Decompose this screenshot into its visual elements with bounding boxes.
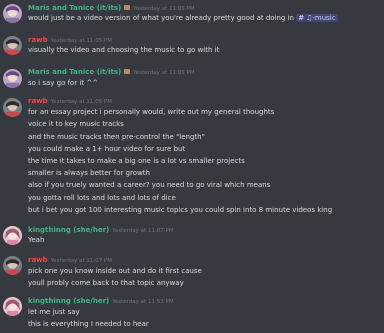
- avatar-rawb-icon: [3, 256, 22, 275]
- message-header: Maris and Tanice (it/its) Yesterday at 11…: [28, 68, 195, 78]
- author-name[interactable]: kingthinng (she/her): [28, 226, 109, 234]
- message-line: you gotta roll lots and lots and lots of…: [28, 194, 176, 202]
- message-header: rawb Yesterday at 11:05 PM: [28, 36, 112, 46]
- message-line: youll probly come back to that topic any…: [28, 279, 184, 287]
- message-line: for an essay project i personally would,…: [28, 108, 275, 116]
- message-line: and the music tracks then pre-control th…: [28, 133, 205, 141]
- message-line: voice it to key music tracks: [28, 120, 124, 128]
- message-header: kingthinng (she/her) Yesterday at 11:07 P…: [28, 226, 174, 236]
- message-line: the time it takes to make a big one is a…: [28, 157, 245, 165]
- avatar-maris-icon: [3, 4, 22, 23]
- avatar-kingthinng-icon: [3, 226, 22, 245]
- message-group: rawb Yesterday at 11:05 PM for an essay p…: [0, 96, 384, 216]
- author-name[interactable]: Maris and Tanice (it/its): [28, 4, 121, 12]
- avatar[interactable]: [3, 36, 22, 55]
- author-name[interactable]: Maris and Tanice (it/its): [28, 68, 121, 76]
- message-line: but i bet you got 100 interesting music …: [28, 206, 333, 214]
- avatar[interactable]: [3, 256, 22, 275]
- message-group: rawb Yesterday at 11:05 PM visually the v…: [0, 32, 384, 62]
- avatar[interactable]: [3, 69, 22, 88]
- message-header: kingthinng (she/her) Yesterday at 11:53 P…: [28, 297, 174, 307]
- author-name[interactable]: rawb: [28, 97, 48, 105]
- channel-mention[interactable]: # ♫-music: [296, 14, 338, 22]
- message-line: this is everything I needed to hear: [28, 320, 149, 328]
- message-line: let me just say: [28, 308, 80, 316]
- message-line: so i say go for it ^^: [28, 79, 99, 87]
- avatar-kingthinng-icon: [3, 297, 22, 316]
- timestamp: Yesterday at 11:53 PM: [112, 299, 174, 305]
- avatar[interactable]: [3, 297, 22, 316]
- timestamp: Yesterday at 11:05 PM: [50, 38, 113, 44]
- message-line: Yeah: [28, 236, 45, 244]
- note-icon: ♫: [306, 14, 313, 22]
- avatar-rawb-icon: [3, 98, 22, 117]
- hash-icon: #: [298, 14, 305, 22]
- avatar[interactable]: [3, 226, 22, 245]
- message-group: kingthinng (she/her) Yesterday at 11:53 P…: [0, 294, 384, 333]
- timestamp: Yesterday at 11:07 PM: [112, 228, 174, 234]
- message-group: Maris and Tanice (it/its) Yesterday at 11…: [0, 65, 384, 95]
- role-badge-icon: [124, 69, 131, 74]
- avatar[interactable]: [3, 98, 22, 117]
- message-group: Maris and Tanice (it/its) Yesterday at 11…: [0, 0, 384, 30]
- timestamp: Yesterday at 11:05 PM: [50, 99, 113, 105]
- message-line: would just be a video version of what yo…: [28, 14, 338, 22]
- message-group: kingthinng (she/her) Yesterday at 11:07 P…: [0, 223, 384, 251]
- message-group: rawb Yesterday at 11:07 PM pick one you k…: [0, 254, 384, 292]
- message-header: Maris and Tanice (it/its) Yesterday at 11…: [28, 4, 195, 14]
- message-header: rawb Yesterday at 11:07 PM: [28, 256, 112, 266]
- timestamp: Yesterday at 11:05 PM: [133, 70, 195, 76]
- avatar-rawb-icon: [3, 36, 22, 55]
- message-line: also if you truely wanted a career? you …: [28, 181, 271, 189]
- author-name[interactable]: kingthinng (she/her): [28, 297, 109, 305]
- timestamp: Yesterday at 11:05 PM: [133, 6, 195, 12]
- timestamp: Yesterday at 11:07 PM: [50, 258, 113, 264]
- message-line: pick one you know inside out and do it f…: [28, 267, 202, 275]
- author-name[interactable]: rawb: [28, 36, 48, 44]
- message-line: visually the video and choosing the musi…: [28, 46, 220, 54]
- avatar[interactable]: [3, 4, 22, 23]
- author-name[interactable]: rawb: [28, 256, 48, 264]
- message-line: you could make a 1+ hour video for sure …: [28, 145, 186, 153]
- role-badge-icon: [124, 5, 131, 10]
- avatar-maris-icon: [3, 69, 22, 88]
- message-header: rawb Yesterday at 11:05 PM: [28, 97, 112, 107]
- message-line: smaller is always better for growth: [28, 169, 150, 177]
